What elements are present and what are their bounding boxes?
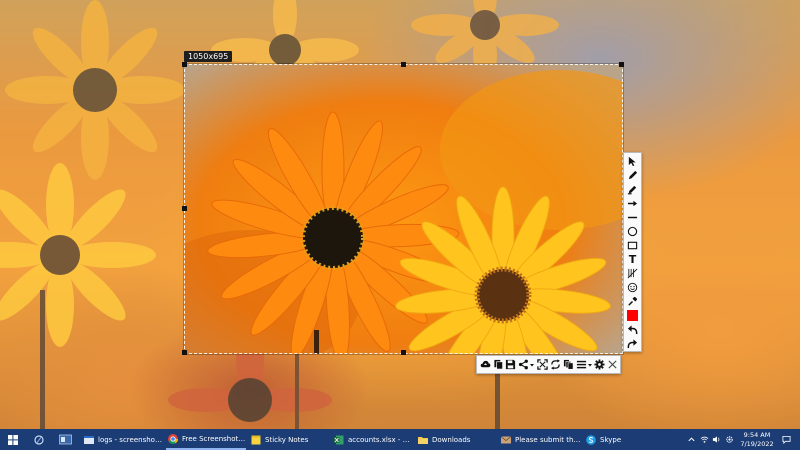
mail-icon xyxy=(501,435,511,443)
undo-icon[interactable] xyxy=(626,323,639,336)
menu-dropdown-icon[interactable] xyxy=(588,363,592,367)
menu-icon[interactable] xyxy=(575,358,588,371)
resize-handle-n[interactable] xyxy=(401,62,406,67)
wifi-icon[interactable] xyxy=(699,434,709,444)
taskbar-button-mail[interactable]: Please submit the f... xyxy=(499,429,581,450)
notifications-icon[interactable] xyxy=(781,434,791,444)
share-icon[interactable] xyxy=(517,358,530,371)
resize-handle-ne[interactable] xyxy=(619,62,624,67)
chevron-up-icon[interactable] xyxy=(686,434,696,444)
taskbar-button-sticky-notes[interactable]: Sticky Notes xyxy=(249,429,329,450)
sticky-notes-icon xyxy=(251,435,261,444)
start-icon[interactable] xyxy=(2,429,24,450)
upload-icon[interactable] xyxy=(479,358,492,371)
copy-all-icon[interactable] xyxy=(562,358,575,371)
chrome-icon xyxy=(168,433,178,444)
taskbar-button-label: accounts.xlsx - Excel xyxy=(348,435,414,444)
blur-icon[interactable] xyxy=(626,267,639,280)
text-tool-glyph: T xyxy=(628,253,637,266)
taskbar-button-logs[interactable]: logs - screenshot@f... xyxy=(82,429,164,450)
taskbar-button-label: Free Screenshot To... xyxy=(182,434,246,443)
taskbar-button-chrome[interactable]: Free Screenshot To... xyxy=(166,429,246,450)
taskbar: logs - screenshot@f... Free Screenshot T… xyxy=(0,429,800,450)
resize-handle-w[interactable] xyxy=(182,206,187,211)
taskbar-button-label: Sticky Notes xyxy=(265,435,309,444)
action-toolbar xyxy=(476,355,621,374)
settings-tray-icon[interactable] xyxy=(724,434,734,444)
excel-icon xyxy=(334,435,344,444)
drawing-toolbar: T xyxy=(623,152,642,352)
rectangle-icon[interactable] xyxy=(626,239,639,252)
taskbar-button-label: Please submit the f... xyxy=(515,435,581,444)
system-clock[interactable]: 9:54 AM 7/19/2022 xyxy=(740,431,774,448)
settings-icon[interactable] xyxy=(593,358,606,371)
save-icon[interactable] xyxy=(504,358,517,371)
cortana-icon[interactable] xyxy=(28,429,50,450)
taskbar-button-excel[interactable]: accounts.xlsx - Excel xyxy=(332,429,414,450)
app-window-icon xyxy=(84,435,94,444)
marker-icon[interactable] xyxy=(626,183,639,196)
taskbar-button-skype[interactable]: Skype xyxy=(584,429,664,450)
taskbar-button-label: logs - screenshot@f... xyxy=(98,435,164,444)
taskbar-button-label: Downloads xyxy=(432,435,471,444)
resize-handle-nw[interactable] xyxy=(182,62,187,67)
taskbar-button-label: Skype xyxy=(600,435,622,444)
rotate-icon[interactable] xyxy=(549,358,562,371)
close-icon[interactable] xyxy=(606,358,619,371)
color-swatch[interactable] xyxy=(627,310,638,321)
desktop: 1050x695 T xyxy=(0,0,800,450)
emoji-icon[interactable] xyxy=(626,281,639,294)
arrow-icon[interactable] xyxy=(626,197,639,210)
selection-frame[interactable] xyxy=(184,64,623,354)
selection-size-label: 1050x695 xyxy=(184,51,233,62)
pen-icon[interactable] xyxy=(626,169,639,182)
resize-handle-s[interactable] xyxy=(401,350,406,355)
sound-icon[interactable] xyxy=(711,434,721,444)
skype-icon xyxy=(586,434,596,445)
color-picker-icon[interactable] xyxy=(626,295,639,308)
redo-icon[interactable] xyxy=(626,337,639,350)
fullscreen-icon[interactable] xyxy=(536,358,549,371)
text-tool-icon[interactable]: T xyxy=(626,253,639,266)
clock-time: 9:54 AM xyxy=(743,431,771,439)
task-view-icon[interactable] xyxy=(54,429,76,450)
taskbar-button-downloads[interactable]: Downloads xyxy=(416,429,496,450)
cursor-icon[interactable] xyxy=(626,155,639,168)
folder-icon xyxy=(418,436,428,444)
resize-handle-sw[interactable] xyxy=(182,350,187,355)
line-icon[interactable] xyxy=(626,211,639,224)
share-dropdown-icon[interactable] xyxy=(530,363,534,367)
ellipse-icon[interactable] xyxy=(626,225,639,238)
clock-date: 7/19/2022 xyxy=(740,439,774,448)
